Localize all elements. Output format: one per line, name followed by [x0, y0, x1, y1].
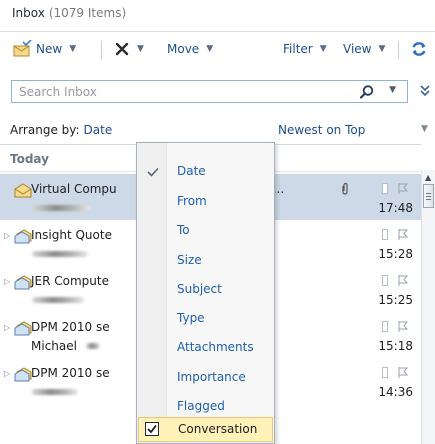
attachment-icon — [342, 182, 348, 195]
new-button[interactable]: New ▼ — [12, 38, 76, 60]
conversation-envelopes-icon — [14, 229, 32, 244]
conversation-envelopes-icon — [14, 321, 32, 336]
menu-item-flagged[interactable]: Flagged — [177, 399, 225, 413]
delete-button[interactable]: ▼ — [114, 38, 144, 60]
move-button[interactable]: Move ▼ — [167, 38, 213, 60]
menu-item-date[interactable]: Date — [177, 164, 206, 178]
grip-line — [426, 196, 431, 197]
view-button-label: View — [343, 42, 372, 56]
menu-gutter — [137, 143, 167, 443]
filter-button-label: Filter — [283, 42, 313, 56]
menu-item-subject[interactable]: Subject — [177, 282, 222, 296]
scroll-up-arrow-icon[interactable]: ▲ — [425, 173, 431, 182]
sender-name-redacted — [86, 343, 100, 349]
message-subject: Virtual Compu — [31, 182, 117, 196]
conversation-envelopes-icon — [14, 367, 32, 382]
message-subject: DPM 2010 se — [31, 320, 110, 334]
header-divider — [0, 31, 435, 32]
filter-button[interactable]: Filter ▼ — [283, 38, 327, 60]
search-input[interactable]: Search Inbox — [19, 85, 97, 99]
category-box[interactable] — [382, 275, 388, 286]
move-button-label: Move — [167, 42, 200, 56]
arrange-by[interactable]: Arrange by: Date — [10, 123, 112, 137]
filter-dropdown-arrow-icon[interactable]: ▼ — [320, 44, 327, 54]
toolbar-separator — [101, 41, 102, 59]
expand-conversation-icon[interactable]: ▷ — [4, 369, 10, 378]
flag-icon[interactable] — [397, 274, 409, 287]
category-box[interactable] — [382, 321, 388, 332]
delete-dropdown-arrow-icon[interactable]: ▼ — [137, 44, 144, 54]
message-subject: Insight Quote — [31, 228, 112, 242]
new-dropdown-arrow-icon[interactable]: ▼ — [69, 44, 76, 54]
move-dropdown-arrow-icon[interactable]: ▼ — [206, 44, 213, 54]
arrange-by-menu: Date From To Size Subject Type Attachmen… — [136, 142, 275, 444]
sort-order-arrow-icon[interactable]: ▼ — [421, 124, 428, 134]
conversation-envelopes-icon — [14, 275, 32, 290]
sender-name-redacted — [32, 205, 90, 211]
checkbox-check-icon — [147, 424, 157, 434]
grip-line — [426, 193, 431, 194]
menu-item-attachments[interactable]: Attachments — [177, 340, 254, 354]
expand-conversation-icon[interactable]: ▷ — [4, 277, 10, 286]
message-time: 15:28 — [378, 247, 413, 261]
folder-header: Inbox (1079 Items) — [12, 6, 126, 20]
expand-query-builder-icon[interactable] — [418, 83, 432, 99]
category-box[interactable] — [382, 229, 388, 240]
arrange-by-label: Arrange by: — [10, 123, 80, 137]
search-box[interactable]: Search Inbox ▼ — [11, 80, 408, 103]
new-button-label: New — [36, 42, 63, 56]
flag-icon[interactable] — [397, 366, 409, 379]
message-time: 15:25 — [378, 293, 413, 307]
flag-icon[interactable] — [397, 228, 409, 241]
view-dropdown-arrow-icon[interactable]: ▼ — [378, 44, 385, 54]
category-box[interactable] — [382, 183, 388, 194]
item-count: (1079 Items) — [48, 6, 127, 20]
flag-icon[interactable] — [397, 182, 409, 195]
menu-item-importance[interactable]: Importance — [177, 370, 246, 384]
menu-item-size[interactable]: Size — [177, 253, 202, 267]
flag-icon[interactable] — [397, 320, 409, 333]
refresh-icon — [412, 42, 426, 56]
folder-title: Inbox — [12, 6, 45, 20]
menu-item-type[interactable]: Type — [177, 311, 205, 325]
sender-name-redacted — [32, 251, 88, 257]
checkmark-icon — [147, 167, 159, 177]
list-scrollbar[interactable]: ▲ — [421, 170, 435, 444]
refresh-button[interactable] — [410, 38, 428, 60]
search-options-arrow-icon[interactable]: ▼ — [389, 85, 396, 95]
view-button[interactable]: View ▼ — [343, 38, 385, 60]
new-mail-icon — [13, 40, 32, 57]
message-time: 15:18 — [378, 339, 413, 353]
message-subject: DPM 2010 se — [31, 366, 110, 380]
search-icon[interactable] — [359, 84, 375, 100]
conversation-label: Conversation — [178, 422, 258, 436]
expand-conversation-icon[interactable]: ▷ — [4, 231, 10, 240]
category-box[interactable] — [382, 367, 388, 378]
envelope-open-icon — [14, 183, 32, 198]
arrange-by-value[interactable]: Date — [84, 123, 113, 137]
menu-item-conversation[interactable]: Conversation — [138, 417, 273, 442]
scroll-thumb[interactable] — [423, 184, 434, 208]
sender-name-redacted — [32, 389, 78, 395]
menu-item-from[interactable]: From — [177, 194, 207, 208]
message-sender: Michael — [31, 339, 77, 353]
grip-line — [426, 199, 431, 200]
message-time: 14:36 — [378, 385, 413, 399]
expand-conversation-icon[interactable]: ▷ — [4, 323, 10, 332]
message-subject: JER Compute — [31, 274, 109, 288]
sender-name-redacted — [32, 297, 84, 303]
toolbar: New ▼ ▼ Move ▼ Filter ▼ View ▼ — [0, 33, 435, 65]
delete-x-icon — [115, 42, 129, 56]
sort-order[interactable]: Newest on Top — [278, 123, 365, 137]
conversation-checkbox[interactable] — [145, 422, 159, 436]
toolbar-separator — [398, 41, 399, 59]
group-header-today[interactable]: Today — [10, 152, 49, 166]
menu-item-to[interactable]: To — [177, 223, 190, 237]
message-time: 17:48 — [378, 201, 413, 215]
